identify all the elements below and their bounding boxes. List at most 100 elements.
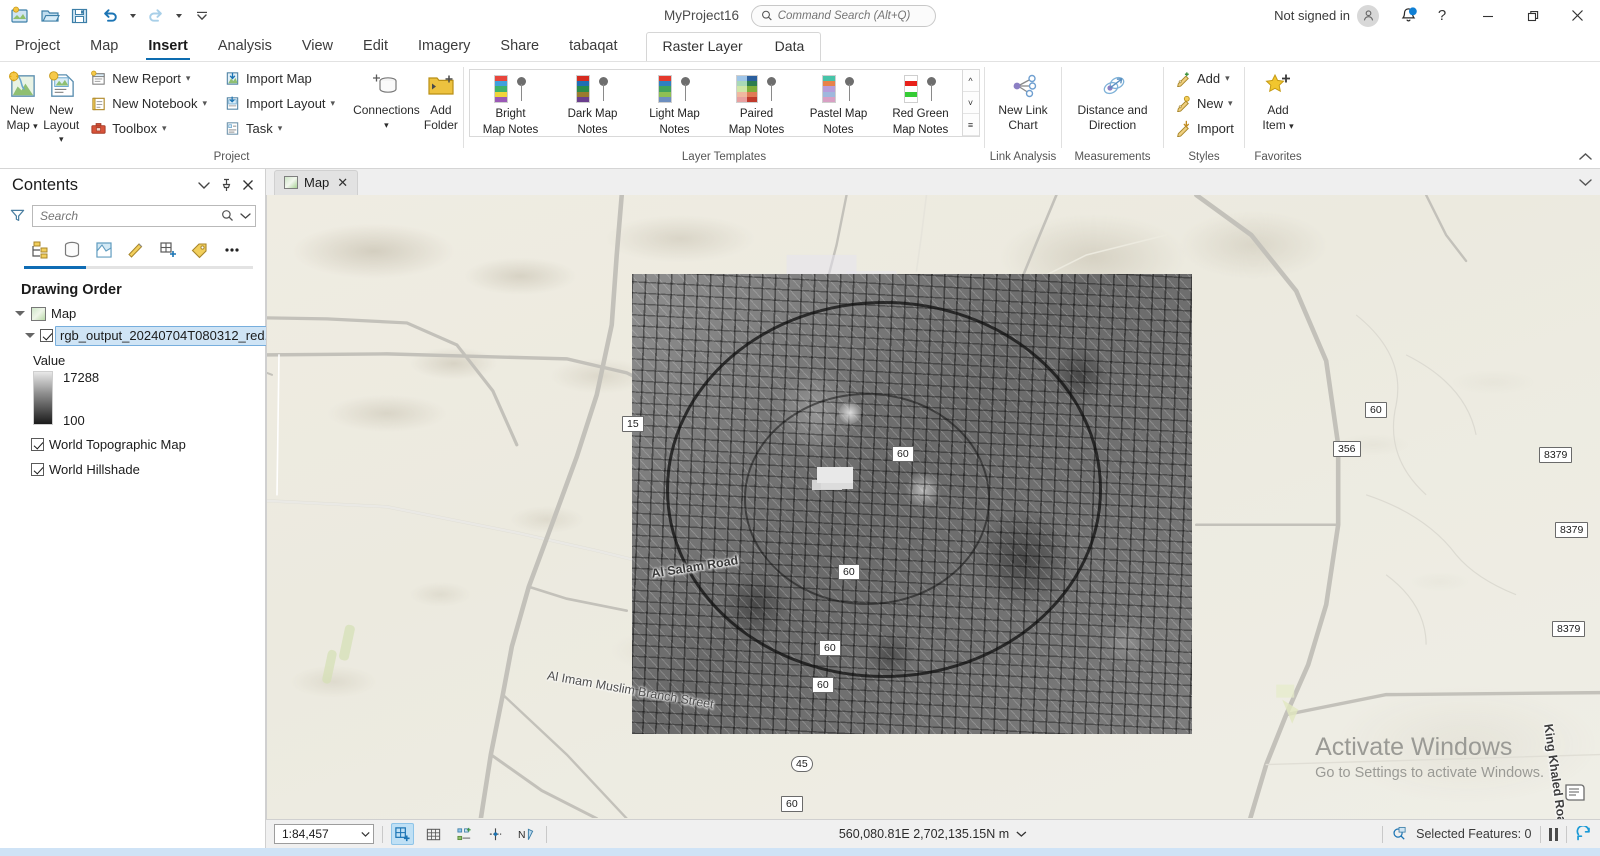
toc-layer-world-hillshade[interactable]: World Hillshade [0, 459, 259, 481]
distance-and-direction-button[interactable]: Distance and Direction [1073, 66, 1153, 135]
expand-layer-icon[interactable] [25, 333, 35, 338]
expand-map-icon[interactable] [13, 311, 26, 316]
selection-tool-icon[interactable] [453, 823, 476, 845]
toolbox-button[interactable]: Toolbox ▾ [85, 116, 211, 140]
expand-gallery-icon[interactable]: ≡ [962, 114, 979, 136]
gallery-item-light-map-notes[interactable]: Light Map Notes [634, 70, 716, 136]
list-by-editing-icon[interactable] [120, 236, 152, 264]
avatar[interactable] [1357, 4, 1379, 27]
measure-tool-icon[interactable] [484, 823, 507, 845]
redo-icon[interactable] [142, 3, 170, 29]
map-canvas[interactable]: 15 60 60 356 8379 8379 60 60 8379 60 45 … [266, 194, 1600, 819]
command-search-box[interactable] [751, 4, 937, 27]
tab-map[interactable]: Map [75, 31, 133, 61]
connections-chevron-down-icon[interactable]: ▾ [384, 119, 389, 133]
import-style-button[interactable]: Import [1170, 116, 1238, 140]
north-arrow-tool-icon[interactable]: N [515, 823, 538, 845]
restore-button[interactable] [1510, 0, 1555, 31]
new-link-chart-button[interactable]: New Link Chart [988, 66, 1058, 135]
redo-dropdown-icon[interactable] [172, 3, 186, 29]
import-map-button[interactable]: Import Map [219, 66, 339, 90]
tab-data[interactable]: Data [759, 32, 821, 61]
scroll-up-icon[interactable]: ^ [962, 70, 979, 92]
list-by-labeling-icon[interactable] [184, 236, 216, 264]
pin-icon[interactable] [215, 174, 237, 196]
list-by-drawing-order-icon[interactable] [24, 236, 56, 264]
pause-drawing-icon[interactable] [1548, 827, 1558, 841]
connections-button[interactable]: Connections ▾ [351, 66, 422, 135]
task-chevron-down-icon[interactable]: ▾ [278, 123, 283, 134]
add-style-button[interactable]: Add ▾ [1170, 66, 1238, 90]
search-box[interactable] [32, 204, 256, 227]
tab-raster-layer[interactable]: Raster Layer [647, 32, 759, 61]
tab-share[interactable]: Share [485, 31, 554, 61]
search-input[interactable] [40, 208, 218, 223]
add-data-tool-icon[interactable] [391, 823, 414, 845]
import-layout-button[interactable]: Import Layout ▾ [219, 91, 339, 115]
help-button[interactable]: ? [1429, 3, 1455, 29]
customize-qat-icon[interactable] [188, 3, 216, 29]
new-layout-button[interactable]: New Layout ▾ [41, 66, 81, 150]
gallery-item-bright-map-notes[interactable]: Bright Map Notes [470, 70, 552, 136]
new-style-button[interactable]: New ▾ [1170, 91, 1238, 115]
toc-layer-world-topographic-map[interactable]: World Topographic Map [0, 434, 259, 456]
list-by-data-source-icon[interactable] [56, 236, 88, 264]
gallery-label-line2: Map Notes [728, 123, 785, 136]
new-report-chevron-down-icon[interactable]: ▾ [186, 73, 191, 84]
gallery-item-paired-map-notes[interactable]: Paired Map Notes [716, 70, 798, 136]
toolbox-chevron-down-icon[interactable]: ▾ [162, 123, 167, 134]
new-style-chevron-down-icon[interactable]: ▾ [1228, 98, 1233, 109]
map-scale-combobox[interactable]: 1:84,457 [274, 824, 374, 844]
more-options-icon[interactable] [216, 236, 248, 264]
collapse-ribbon-icon[interactable] [1576, 148, 1594, 166]
layer-visibility-checkbox[interactable] [31, 438, 44, 451]
list-by-snapping-icon[interactable] [152, 236, 184, 264]
gallery-item-red-green-map-notes[interactable]: Red Green Map Notes [880, 70, 962, 136]
undo-icon[interactable] [96, 3, 124, 29]
contents-menu-icon[interactable] [193, 174, 215, 196]
tab-analysis[interactable]: Analysis [203, 31, 287, 61]
gallery-item-pastel-map-notes[interactable]: Pastel Map Notes [798, 70, 880, 136]
close-icon[interactable] [237, 174, 259, 196]
undo-dropdown-icon[interactable] [126, 3, 140, 29]
close-button[interactable] [1555, 0, 1600, 31]
map-notes-icon[interactable] [1564, 783, 1586, 807]
new-report-button[interactable]: New Report ▾ [85, 66, 211, 90]
tab-imagery[interactable]: Imagery [403, 31, 485, 61]
minimize-button[interactable] [1465, 0, 1510, 31]
open-project-icon[interactable] [36, 3, 64, 29]
tab-view[interactable]: View [287, 31, 348, 61]
task-button[interactable]: Task ▾ [219, 116, 339, 140]
new-project-icon[interactable] [6, 3, 34, 29]
command-search-input[interactable] [777, 9, 927, 22]
new-notebook-button[interactable]: New Notebook ▾ [85, 91, 211, 115]
view-tab-map[interactable]: Map ✕ [274, 169, 359, 195]
import-layout-label: Import Layout [246, 95, 326, 111]
grid-tool-icon[interactable] [422, 823, 445, 845]
gallery-scroll-buttons: ^ ˅ ≡ [961, 70, 979, 136]
new-notebook-chevron-down-icon[interactable]: ▾ [203, 98, 208, 109]
toc-map-node[interactable]: Map [0, 303, 259, 325]
layer-visibility-checkbox[interactable] [31, 463, 44, 476]
add-folder-button[interactable]: Add Folder [422, 66, 460, 135]
close-icon[interactable]: ✕ [337, 176, 348, 189]
import-layout-chevron-down-icon[interactable]: ▾ [331, 98, 336, 109]
save-project-icon[interactable] [66, 3, 94, 29]
layer-visibility-checkbox[interactable] [40, 329, 53, 342]
toc-layer-raster[interactable]: rgb_output_20240704T080312_red.tiff [0, 325, 287, 347]
notifications-button[interactable] [1393, 3, 1423, 29]
tab-tabaqat[interactable]: tabaqat [554, 31, 632, 61]
tab-edit[interactable]: Edit [348, 31, 403, 61]
toolbox-icon [89, 119, 107, 137]
filter-icon[interactable] [8, 208, 26, 223]
tab-insert[interactable]: Insert [133, 31, 203, 61]
add-style-chevron-down-icon[interactable]: ▾ [1225, 73, 1230, 84]
list-by-selection-icon[interactable] [88, 236, 120, 264]
scroll-down-icon[interactable]: ˅ [962, 92, 979, 114]
tab-project[interactable]: Project [0, 31, 75, 61]
view-tabs-chevron-down-icon[interactable] [1579, 174, 1592, 192]
add-item-button[interactable]: Add Item ▾ [1250, 66, 1306, 136]
new-map-button[interactable]: New Map ▾ [3, 66, 41, 136]
import-map-label: Import Map [246, 70, 312, 86]
gallery-item-dark-map-notes[interactable]: Dark Map Notes [552, 70, 634, 136]
